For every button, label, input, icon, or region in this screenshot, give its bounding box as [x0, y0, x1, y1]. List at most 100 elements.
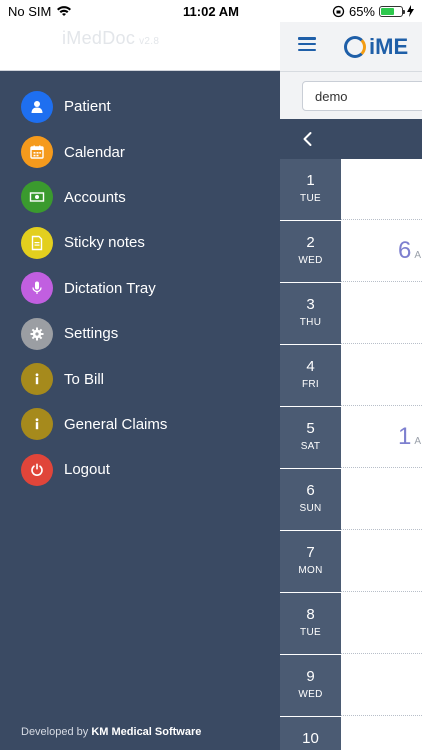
menu-label: Sticky notes — [64, 234, 145, 252]
main-header: iME — [280, 22, 422, 72]
day-number: 1 — [306, 172, 315, 189]
day-name: SAT — [300, 441, 321, 452]
day-number: 8 — [306, 606, 315, 623]
drawer-menu: Patient Calendar Accounts Sticky notes D… — [0, 71, 280, 493]
day-appointments: 6A — [341, 221, 422, 282]
day-appointments — [341, 531, 422, 592]
menu-label: General Claims — [64, 415, 168, 433]
day-appointments — [341, 655, 422, 716]
day-appointments — [341, 593, 422, 654]
orientation-lock-icon — [332, 5, 345, 17]
status-left: No SIM — [8, 4, 72, 19]
calendar-nav-bar — [280, 119, 422, 159]
side-drawer: Patient Calendar Accounts Sticky notes D… — [0, 71, 280, 750]
day-row[interactable]: 4 FRI — [280, 345, 422, 407]
menu-item-accounts[interactable]: Accounts — [0, 175, 280, 220]
day-appointments — [341, 345, 422, 406]
day-row[interactable]: 1 TUE — [280, 159, 422, 221]
day-number: 10 — [302, 730, 319, 747]
footer-prefix: Developed by — [21, 726, 89, 738]
day-label: 4 FRI — [280, 345, 341, 406]
day-label: 10 — [280, 717, 341, 750]
day-appointments — [341, 283, 422, 344]
appointment-count: 6A — [398, 237, 421, 265]
day-name: WED — [298, 689, 323, 700]
day-label: 5 SAT — [280, 407, 341, 468]
day-label: 1 TUE — [280, 159, 341, 220]
drawer-app-logo: iMedDoc v2.8 — [62, 28, 159, 49]
day-name: THU — [299, 317, 322, 328]
day-row[interactable]: 9 WED — [280, 655, 422, 717]
main-logo-text: iME — [369, 34, 409, 59]
day-appointments — [341, 159, 422, 220]
info-icon — [21, 408, 53, 441]
charging-icon — [407, 5, 414, 17]
menu-label: Dictation Tray — [64, 279, 156, 297]
menu-item-sticky-notes[interactable]: Sticky notes — [0, 220, 280, 265]
menu-label: Accounts — [64, 188, 126, 206]
day-row[interactable]: 7 MON — [280, 531, 422, 593]
developer-footer: Developed by KM Medical Software — [21, 726, 201, 738]
appointment-count-suffix: A — [414, 250, 422, 261]
day-row[interactable]: 3 THU — [280, 283, 422, 345]
power-icon — [21, 453, 53, 486]
drawer-app-version: v2.8 — [139, 36, 160, 47]
footer-company: KM Medical Software — [91, 726, 202, 738]
day-number: 5 — [306, 420, 315, 437]
day-number: 4 — [306, 358, 315, 375]
menu-item-to-bill[interactable]: To Bill — [0, 356, 280, 401]
battery-percent: 65% — [348, 3, 375, 19]
day-label: 7 MON — [280, 531, 341, 592]
day-name: TUE — [300, 627, 321, 638]
carrier-label: No SIM — [8, 3, 52, 19]
day-number: 7 — [306, 544, 315, 561]
day-number: 2 — [306, 234, 315, 251]
money-icon — [21, 181, 53, 214]
day-number: 6 — [306, 482, 315, 499]
day-name: FRI — [301, 379, 319, 390]
search-bar — [280, 72, 422, 119]
day-appointments — [341, 469, 422, 530]
menu-item-patient[interactable]: Patient — [0, 84, 280, 129]
main-app-logo: iME — [344, 34, 408, 60]
day-row[interactable]: 6 SUN — [280, 469, 422, 531]
day-name: TUE — [300, 193, 321, 204]
day-name: WED — [298, 255, 323, 266]
wifi-icon — [57, 6, 72, 16]
chevron-left-icon[interactable] — [298, 129, 318, 149]
person-icon — [21, 90, 53, 123]
day-number: 3 — [306, 296, 315, 313]
menu-item-logout[interactable]: Logout — [0, 447, 280, 492]
status-right: 65% — [332, 4, 414, 19]
hamburger-menu-icon[interactable] — [298, 37, 316, 51]
note-icon — [21, 226, 53, 259]
day-row[interactable]: 10 — [280, 717, 422, 750]
gear-icon — [21, 317, 53, 350]
day-appointments: 1A — [341, 407, 422, 468]
day-label: 8 TUE — [280, 593, 341, 654]
day-label: 6 SUN — [280, 469, 341, 530]
appointment-count-value: 6 — [398, 237, 412, 264]
day-row[interactable]: 8 TUE — [280, 593, 422, 655]
appointment-count-suffix: A — [414, 436, 422, 447]
menu-label: To Bill — [64, 370, 105, 388]
menu-label: Logout — [64, 461, 110, 479]
menu-item-general-claims[interactable]: General Claims — [0, 402, 280, 447]
day-row[interactable]: 2 WED 6A — [280, 221, 422, 283]
status-bar: No SIM 11:02 AM 65% — [0, 0, 422, 22]
appointment-count: 1A — [398, 423, 421, 451]
day-row[interactable]: 5 SAT 1A — [280, 407, 422, 469]
drawer-app-name: iMedDoc — [62, 28, 136, 48]
search-input[interactable] — [302, 81, 422, 111]
logo-mark-icon — [344, 36, 366, 58]
battery-icon — [379, 5, 405, 17]
day-label: 3 THU — [280, 283, 341, 344]
menu-item-calendar[interactable]: Calendar — [0, 129, 280, 174]
menu-item-settings[interactable]: Settings — [0, 311, 280, 356]
menu-item-dictation-tray[interactable]: Dictation Tray — [0, 266, 280, 311]
day-label: 9 WED — [280, 655, 341, 716]
battery-fill — [381, 7, 394, 15]
appointment-count-value: 1 — [398, 423, 412, 450]
day-label: 2 WED — [280, 221, 341, 282]
menu-label: Calendar — [64, 143, 125, 161]
